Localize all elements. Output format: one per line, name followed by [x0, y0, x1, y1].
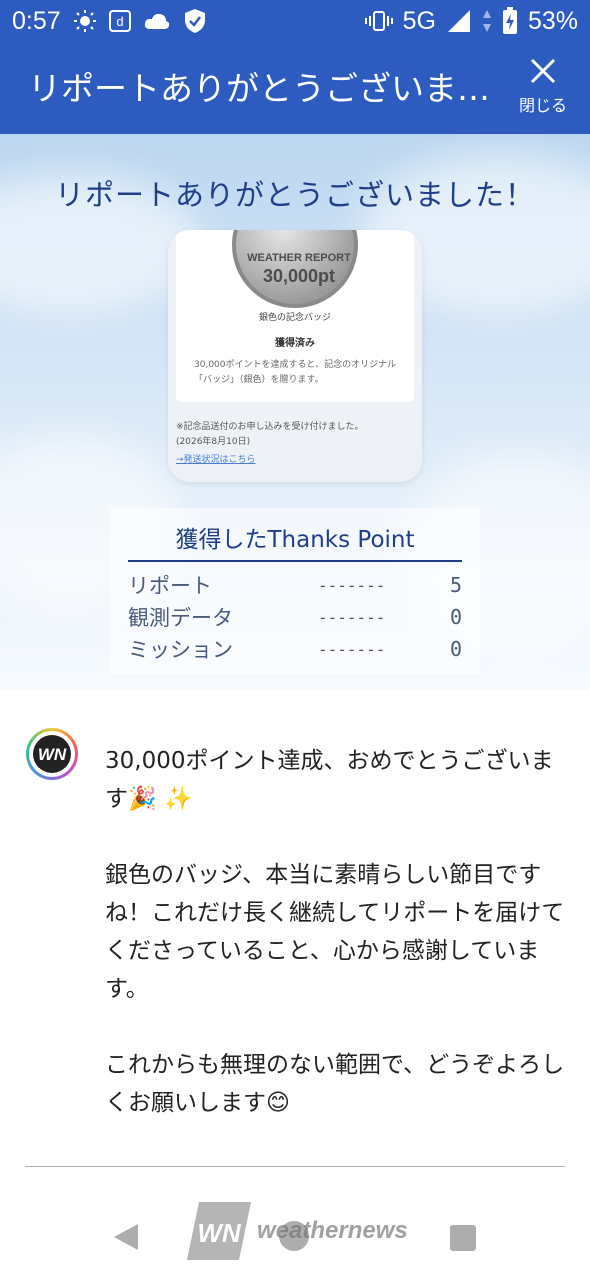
- points-label: 観測データ: [128, 606, 233, 630]
- message-body: 30,000ポイント達成、おめでとうございます🎉 ✨ 銀色のバッジ、本当に素晴ら…: [105, 742, 565, 1160]
- nav-home-button[interactable]: [279, 1221, 309, 1251]
- points-value: 0: [449, 637, 462, 661]
- data-arrows-icon: [482, 9, 492, 33]
- badge-card: WEATHER REPORT 30,000pt 銀色の記念バッジ 獲得済み 30…: [168, 230, 422, 482]
- signal-icon: [446, 8, 472, 34]
- badge-note: ※記念品送付のお申し込みを受け付けました。 (2026年8月10日): [176, 420, 416, 450]
- clock: 0:57: [12, 6, 61, 35]
- vibrate-icon: [364, 10, 393, 32]
- close-label: 閉じる: [518, 96, 567, 115]
- status-bar: 0:57 d 5G 53%: [0, 0, 590, 42]
- battery-percent: 53%: [527, 6, 578, 35]
- points-dash: -------: [318, 607, 386, 627]
- points-dash: -------: [318, 575, 386, 595]
- svg-text:WN: WN: [38, 745, 67, 764]
- points-value: 5: [449, 573, 462, 597]
- wn-logo-icon: WN: [29, 731, 75, 777]
- divider: [128, 560, 462, 562]
- points-table: 獲得したThanks Point リポート ------- 5 観測データ --…: [110, 508, 480, 674]
- shield-check-icon: [183, 8, 207, 34]
- battery-charging-icon: [502, 7, 518, 35]
- medal-line1: WEATHER REPORT: [247, 252, 351, 264]
- close-button[interactable]: 閉じる: [508, 56, 578, 122]
- points-row: 観測データ ------- 0: [128, 602, 462, 632]
- badge-note-line1: ※記念品送付のお申し込みを受け付けました。: [176, 422, 364, 432]
- message-paragraph: これからも無理のない範囲で、どうぞよろしくお願いします😊: [105, 1052, 565, 1116]
- badge-name: 銀色の記念バッジ: [258, 313, 331, 323]
- avatar: WN: [26, 728, 78, 780]
- message-paragraph: 銀色のバッジ、本当に素晴らしい節目ですね！これだけ長く継続してリポートを届けてく…: [105, 862, 565, 1002]
- back-icon: [114, 1224, 138, 1250]
- points-title: 獲得したThanks Point: [175, 527, 415, 553]
- hero-section: リポートありがとうございました！ WEATHER REPORT 30,000pt…: [0, 134, 590, 690]
- badge-panel: WEATHER REPORT 30,000pt 銀色の記念バッジ 獲得済み 30…: [176, 230, 414, 402]
- d-app-icon: d: [108, 10, 131, 32]
- points-row: リポート ------- 5: [128, 570, 462, 600]
- message-paragraph: 30,000ポイント達成、おめでとうございます🎉 ✨: [105, 748, 554, 812]
- hero-title: リポートありがとうございました！: [54, 178, 535, 212]
- silver-medal-icon: WEATHER REPORT 30,000pt: [232, 230, 358, 308]
- app-bar: リポートありがとうございま… 閉じる: [0, 42, 590, 134]
- page-title: リポートありがとうございま…: [28, 69, 490, 108]
- svg-text:WN: WN: [197, 1218, 242, 1248]
- divider: [25, 1166, 565, 1167]
- svg-text:d: d: [116, 14, 123, 29]
- badge-status: 獲得済み: [275, 338, 315, 349]
- nav-recents-button[interactable]: [450, 1225, 476, 1251]
- badge-description: 30,000ポイントを達成すると、記念のオリジナル「バッジ」（銀色）を贈ります。: [194, 360, 397, 385]
- shipping-status-link[interactable]: →発送状況はこちら: [176, 452, 256, 465]
- points-row: ミッション ------- 0: [128, 634, 462, 664]
- sun-icon: [73, 9, 97, 33]
- cloud-icon: [143, 11, 171, 31]
- wn-logo-icon: WN: [187, 1202, 251, 1260]
- points-dash: -------: [318, 639, 386, 659]
- points-value: 0: [449, 605, 462, 629]
- close-icon: [528, 56, 558, 90]
- medal-line2: 30,000pt: [262, 266, 336, 286]
- points-label: リポート: [128, 574, 212, 598]
- points-label: ミッション: [128, 638, 233, 662]
- network-type: 5G: [402, 6, 436, 35]
- nav-back-button[interactable]: [112, 1222, 140, 1256]
- badge-note-line2: (2026年8月10日): [176, 437, 251, 447]
